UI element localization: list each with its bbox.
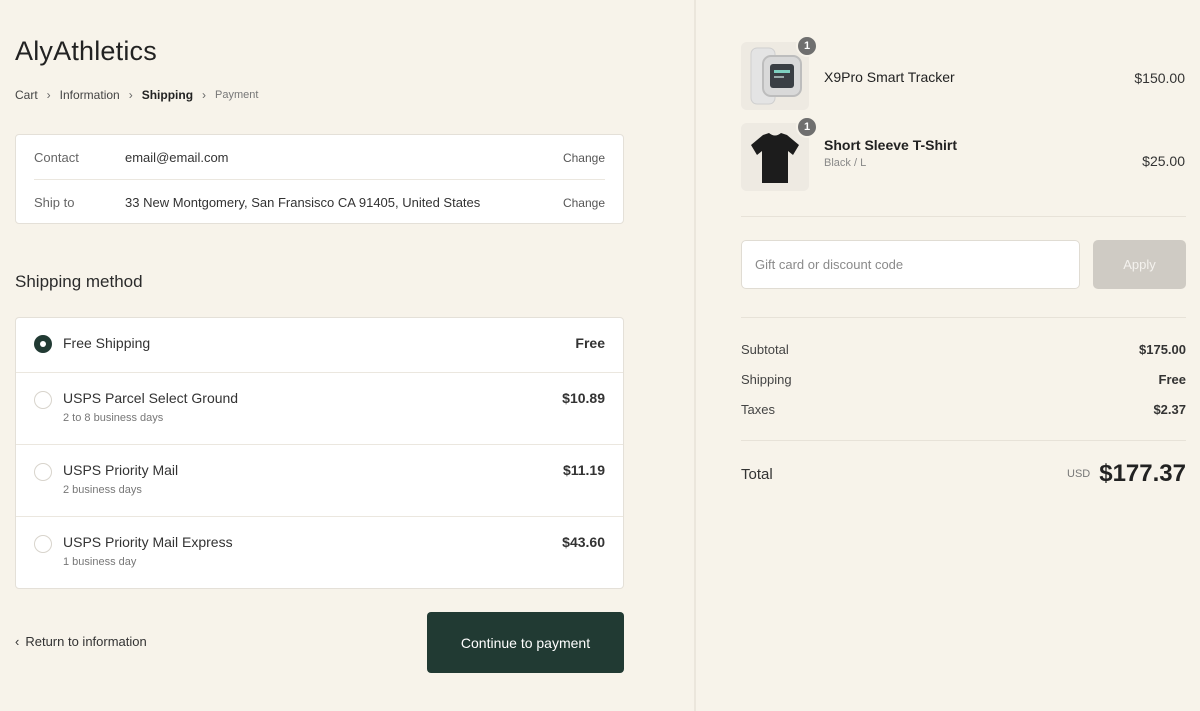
change-shipto-link[interactable]: Change — [563, 196, 605, 210]
shipping-method-title: Shipping method — [15, 272, 143, 291]
shipping-option-free[interactable]: Free Shipping Free — [16, 318, 623, 372]
discount-code-input[interactable] — [741, 240, 1080, 289]
radio-unselected[interactable] — [34, 391, 52, 409]
subtotal-value: $175.00 — [1139, 342, 1186, 357]
shipto-label: Ship to — [34, 195, 75, 210]
breadcrumb: Cart › Information › Shipping › Payment — [15, 88, 258, 102]
breadcrumb-payment: Payment — [215, 89, 259, 101]
cart-item: 1 Short Sleeve T-Shirt Black / L $25.00 — [741, 116, 1200, 193]
product-name: Short Sleeve T-Shirt — [824, 137, 958, 153]
subtotal-label: Subtotal — [741, 342, 789, 357]
cart-item: 1 X9Pro Smart Tracker $150.00 — [741, 35, 1200, 112]
taxes-row: Taxes $2.37 — [741, 402, 1186, 417]
shipping-method-list: Free Shipping Free USPS Parcel Select Gr… — [15, 317, 624, 589]
shipping-option-priority-express[interactable]: USPS Priority Mail Express 1 business da… — [16, 516, 623, 589]
store-logo[interactable]: AlyAthletics — [15, 36, 157, 67]
shipping-option-name: USPS Parcel Select Ground — [63, 390, 239, 406]
product-variant: Black / L — [824, 157, 867, 169]
breadcrumb-shipping: Shipping — [141, 88, 194, 102]
shipping-option-name: USPS Priority Mail — [63, 462, 179, 478]
taxes-label: Taxes — [741, 402, 775, 417]
shipping-option-parcel-ground[interactable]: USPS Parcel Select Ground 2 to 8 busines… — [16, 372, 623, 444]
taxes-value: $2.37 — [1153, 402, 1186, 417]
radio-unselected[interactable] — [34, 535, 52, 553]
continue-to-payment-button[interactable]: Continue to payment — [427, 612, 624, 673]
shipping-option-price: Free — [575, 335, 605, 351]
summary-divider — [741, 216, 1186, 217]
breadcrumb-cart[interactable]: Cart — [15, 88, 38, 102]
shipping-option-price: $11.19 — [562, 462, 605, 478]
shipping-option-priority-mail[interactable]: USPS Priority Mail 2 business days $11.1… — [16, 444, 623, 516]
radio-selected[interactable] — [34, 335, 52, 353]
shipping-option-eta: 2 to 8 business days — [63, 412, 164, 424]
review-block: Contact email@email.com Change Ship to 3… — [15, 134, 624, 224]
return-label: Return to information — [25, 634, 147, 649]
total-amount-group: USD $177.37 — [1067, 460, 1186, 488]
total-label: Total — [741, 465, 773, 483]
product-name: X9Pro Smart Tracker — [824, 69, 955, 85]
currency-code: USD — [1067, 468, 1091, 480]
product-price: $150.00 — [1134, 70, 1185, 86]
chevron-left-icon: ‹ — [15, 634, 20, 649]
chevron-right-icon: › — [46, 88, 51, 102]
apply-discount-button[interactable]: Apply — [1093, 240, 1186, 289]
shipping-label: Shipping — [741, 372, 792, 387]
quantity-badge: 1 — [796, 35, 818, 57]
contact-value: email@email.com — [125, 150, 229, 165]
shipping-option-name: USPS Priority Mail Express — [63, 534, 233, 550]
total-amount: $177.37 — [1099, 460, 1186, 487]
total-row: Total USD $177.37 — [741, 460, 1186, 488]
contact-label: Contact — [34, 150, 79, 165]
shipping-option-price: $43.60 — [562, 534, 605, 550]
shipping-option-name: Free Shipping — [63, 335, 151, 351]
radio-unselected[interactable] — [34, 463, 52, 481]
chevron-right-icon: › — [202, 88, 207, 102]
shipto-value: 33 New Montgomery, San Fransisco CA 9140… — [125, 195, 481, 210]
shipping-option-price: $10.89 — [562, 390, 605, 406]
checkout-main-panel: AlyAthletics Cart › Information › Shippi… — [0, 0, 694, 711]
summary-divider — [741, 317, 1186, 318]
return-to-information-link[interactable]: ‹ Return to information — [15, 634, 147, 649]
shipping-row: Shipping Free — [741, 372, 1186, 387]
shipping-value: Free — [1158, 372, 1186, 387]
shipping-option-eta: 2 business days — [63, 484, 142, 496]
change-contact-link[interactable]: Change — [563, 151, 605, 165]
product-price: $25.00 — [1142, 153, 1185, 169]
order-summary-panel: 1 X9Pro Smart Tracker $150.00 1 Short Sl… — [696, 0, 1200, 711]
shipping-option-eta: 1 business day — [63, 556, 137, 568]
review-contact-row: Contact email@email.com Change — [16, 135, 623, 180]
breadcrumb-information[interactable]: Information — [60, 88, 120, 102]
quantity-badge: 1 — [796, 116, 818, 138]
chevron-right-icon: › — [128, 88, 133, 102]
summary-divider — [741, 440, 1186, 441]
subtotal-row: Subtotal $175.00 — [741, 342, 1186, 357]
review-shipto-row: Ship to 33 New Montgomery, San Fransisco… — [16, 180, 623, 225]
